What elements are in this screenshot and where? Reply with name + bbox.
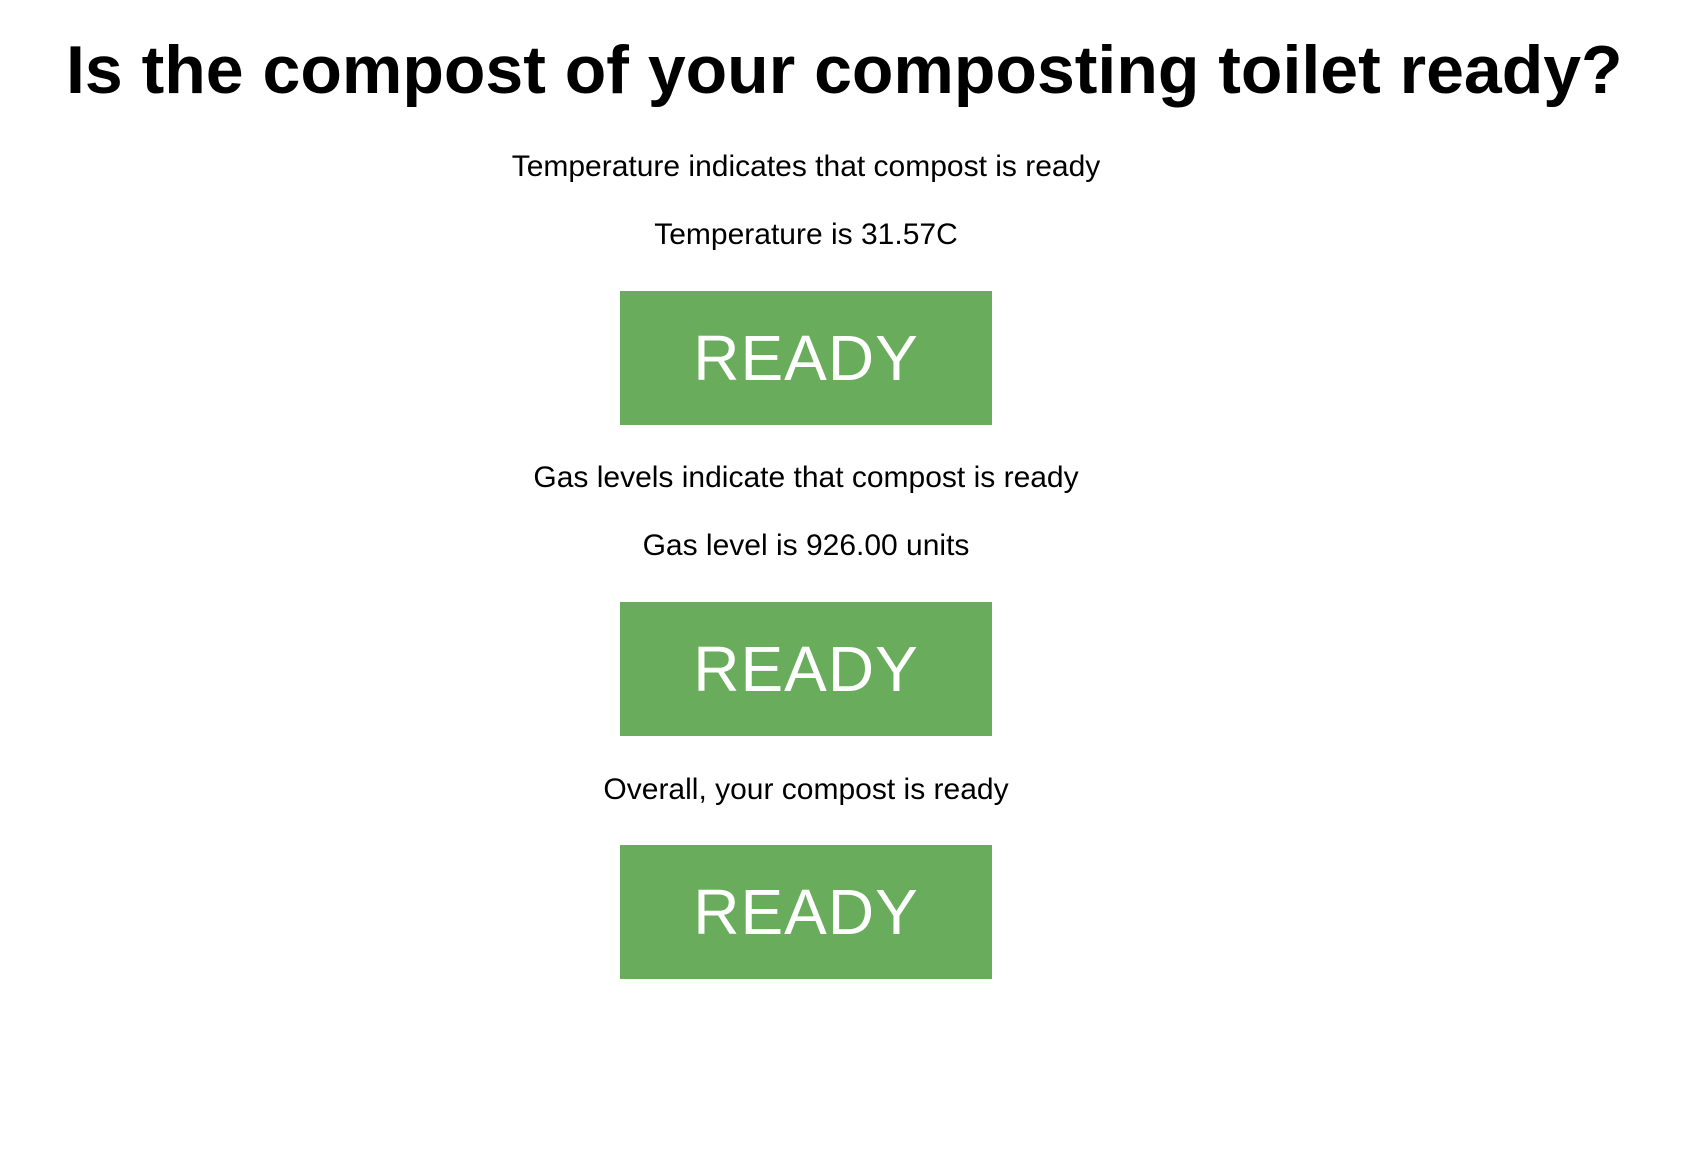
overall-status-badge: READY: [620, 845, 992, 979]
temperature-message: Temperature indicates that compost is re…: [511, 150, 1101, 183]
gas-status-badge: READY: [620, 602, 992, 736]
page-title: Is the compost of your composting toilet…: [66, 32, 1623, 108]
temperature-status-badge: READY: [620, 291, 992, 425]
temperature-reading: Temperature is 31.57C: [654, 218, 958, 251]
page: Is the compost of your composting toilet…: [0, 0, 1690, 1152]
gas-reading: Gas level is 926.00 units: [642, 529, 970, 562]
gas-message: Gas levels indicate that compost is read…: [533, 461, 1079, 494]
overall-message: Overall, your compost is ready: [603, 773, 1009, 806]
